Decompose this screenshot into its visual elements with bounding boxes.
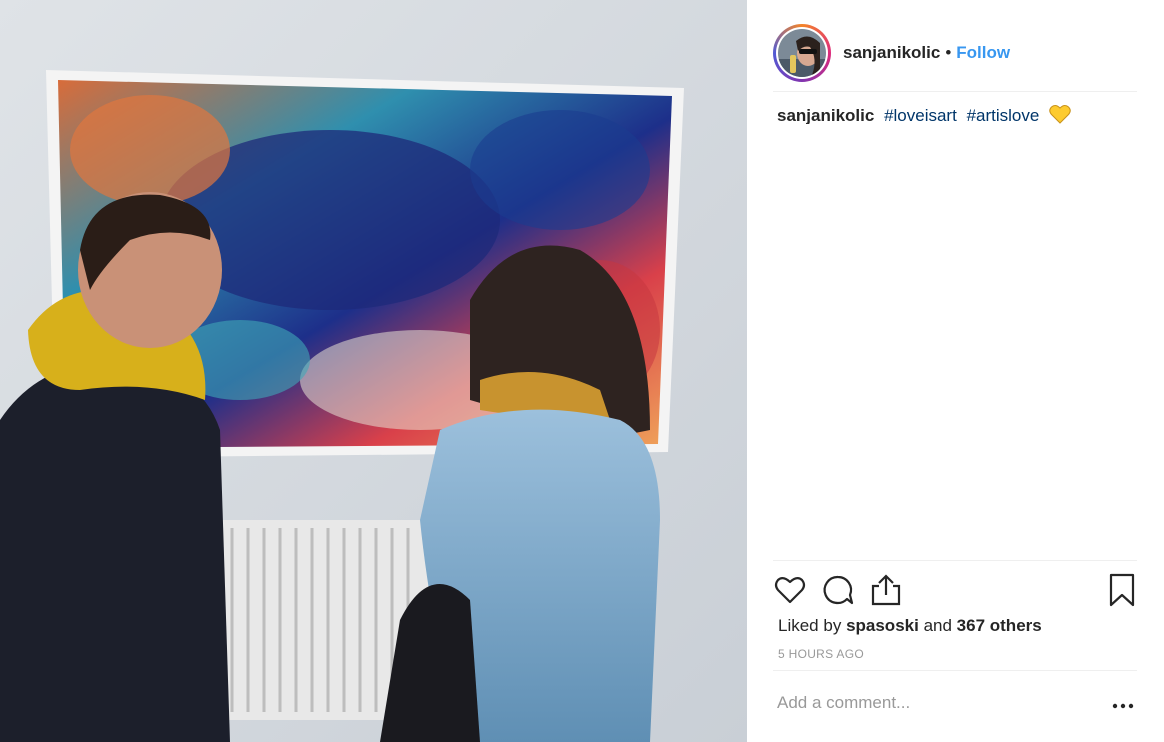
post-photo[interactable] bbox=[0, 0, 747, 742]
post-actions bbox=[773, 560, 1137, 612]
comment-input[interactable] bbox=[777, 693, 1077, 713]
comment-bubble-icon[interactable] bbox=[821, 573, 855, 607]
comment-box bbox=[773, 670, 1137, 742]
follow-button[interactable]: Follow bbox=[956, 43, 1010, 63]
hashtag-link[interactable]: #loveisart bbox=[884, 106, 957, 124]
post-timestamp[interactable]: 5 HOURS AGO bbox=[778, 647, 864, 661]
avatar[interactable] bbox=[773, 23, 831, 82]
liker-username[interactable]: spasoski bbox=[846, 616, 919, 635]
post-caption: sanjanikolic #loveisart #artislove bbox=[777, 104, 1071, 124]
share-upload-icon[interactable] bbox=[869, 573, 903, 607]
header-username[interactable]: sanjanikolic bbox=[843, 43, 940, 63]
more-dots-icon[interactable] bbox=[1111, 697, 1135, 715]
likes-connector: and bbox=[923, 616, 952, 635]
likes-others-link[interactable]: 367 others bbox=[957, 616, 1042, 635]
likes-summary: Liked by spasoski and 367 others bbox=[778, 616, 1042, 636]
photo-illustration bbox=[0, 0, 747, 742]
post-header: sanjanikolic • Follow bbox=[773, 14, 1137, 92]
post-side-panel: sanjanikolic • Follow sanjanikolic #love… bbox=[747, 0, 1164, 742]
bookmark-icon[interactable] bbox=[1105, 573, 1139, 607]
hashtag-link[interactable]: #artislove bbox=[967, 106, 1040, 124]
yellow-heart-icon bbox=[1049, 104, 1071, 124]
header-separator: • bbox=[945, 42, 952, 62]
heart-icon[interactable] bbox=[773, 573, 807, 607]
caption-username[interactable]: sanjanikolic bbox=[777, 106, 874, 124]
avatar-image bbox=[778, 28, 826, 77]
likes-prefix: Liked by bbox=[778, 616, 842, 635]
